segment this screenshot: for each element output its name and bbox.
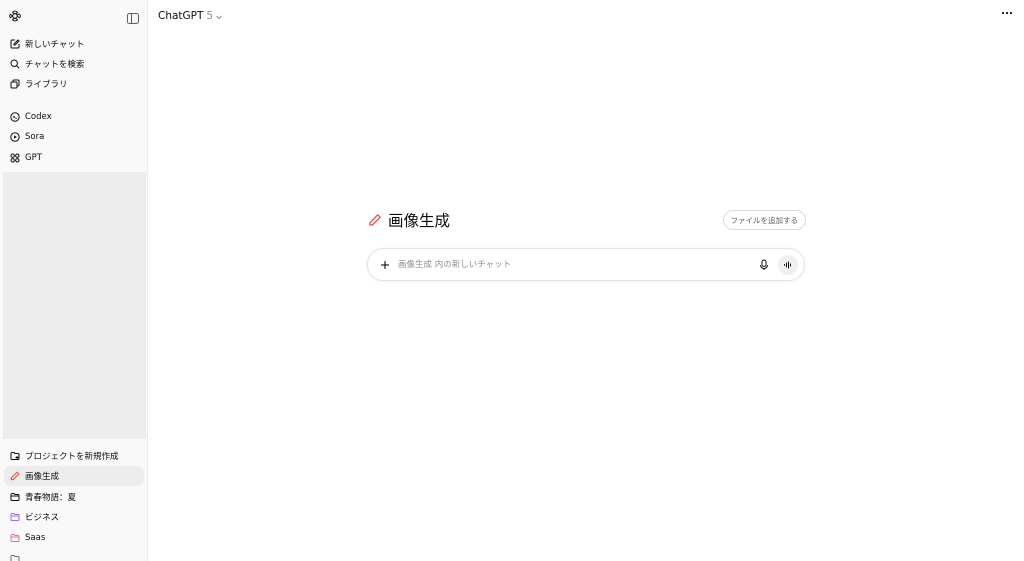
sidebar-item-new-chat[interactable]: 新しいチャット bbox=[4, 34, 144, 54]
sidebar-item-cutoff[interactable] bbox=[4, 549, 144, 561]
sidebar-item-search[interactable]: チャットを検索 bbox=[4, 54, 144, 74]
chat-composer bbox=[367, 248, 805, 281]
search-icon bbox=[10, 59, 20, 69]
model-name: ChatGPT bbox=[158, 10, 204, 22]
folder-icon bbox=[10, 492, 20, 502]
sidebar-item-label: Saas bbox=[25, 533, 46, 543]
sidebar-item-codex[interactable]: Codex bbox=[4, 107, 144, 127]
sidebar-toggle-icon[interactable] bbox=[127, 9, 139, 24]
codex-icon bbox=[10, 112, 20, 122]
sidebar-item-label: 画像生成 bbox=[25, 472, 60, 482]
sidebar-item-label: 青春物語：夏 bbox=[25, 493, 77, 503]
microphone-icon[interactable] bbox=[758, 259, 770, 271]
sidebar-item-label: 新しいチャット bbox=[25, 40, 85, 50]
add-files-button[interactable]: ファイルを追加する bbox=[722, 210, 806, 230]
project-header: 画像生成 ファイルを追加する bbox=[368, 208, 806, 232]
voice-mode-icon[interactable] bbox=[778, 254, 798, 275]
sidebar: 新しいチャット チャットを検索 ライブラリ Codex Sora GPT プロジ… bbox=[0, 0, 148, 561]
main-panel: ChatGPT 5 画像生成 ファイルを追加する bbox=[148, 0, 1024, 561]
folder-icon bbox=[10, 554, 20, 561]
sidebar-item-sora[interactable]: Sora bbox=[4, 127, 144, 147]
sidebar-item-gpt[interactable]: GPT bbox=[4, 148, 144, 168]
sidebar-item-library[interactable]: ライブラリ bbox=[4, 74, 144, 94]
sidebar-item-project-saas[interactable]: Saas bbox=[4, 528, 144, 548]
grid-icon bbox=[10, 153, 20, 163]
new-folder-icon bbox=[10, 451, 20, 461]
sidebar-item-new-project[interactable]: プロジェクトを新規作成 bbox=[4, 446, 144, 466]
sidebar-item-label: Sora bbox=[25, 132, 45, 142]
openai-logo-icon[interactable] bbox=[8, 8, 22, 22]
sidebar-item-label: プロジェクトを新規作成 bbox=[25, 452, 119, 462]
chevron-down-icon bbox=[215, 12, 223, 20]
sidebar-item-label: チャットを検索 bbox=[25, 60, 85, 70]
pencil-icon bbox=[368, 213, 382, 227]
model-switcher[interactable]: ChatGPT 5 bbox=[158, 8, 223, 24]
model-version: 5 bbox=[206, 10, 214, 22]
sidebar-item-label: Codex bbox=[25, 112, 52, 122]
chat-history-placeholder bbox=[3, 172, 146, 439]
folder-icon bbox=[10, 533, 20, 543]
sidebar-item-image-generation[interactable]: 画像生成 bbox=[4, 466, 144, 486]
pencil-icon bbox=[10, 471, 20, 481]
play-icon bbox=[10, 132, 20, 142]
library-icon bbox=[10, 79, 20, 89]
app-window: 新しいチャット チャットを検索 ライブラリ Codex Sora GPT プロジ… bbox=[0, 0, 1024, 561]
folder-icon bbox=[10, 512, 20, 522]
plus-icon[interactable] bbox=[378, 258, 392, 272]
sidebar-item-project-business[interactable]: ビジネス bbox=[4, 507, 144, 527]
sidebar-top bbox=[0, 0, 147, 30]
sidebar-item-project-summer[interactable]: 青春物語：夏 bbox=[4, 487, 144, 507]
chat-input[interactable] bbox=[398, 255, 758, 274]
project-title: 画像生成 bbox=[388, 212, 451, 230]
sidebar-item-label: ビジネス bbox=[25, 513, 60, 523]
edit-icon bbox=[10, 39, 20, 49]
sidebar-item-label: ライブラリ bbox=[25, 80, 68, 90]
sidebar-item-label: GPT bbox=[25, 153, 42, 163]
more-options-icon[interactable] bbox=[1000, 9, 1014, 19]
